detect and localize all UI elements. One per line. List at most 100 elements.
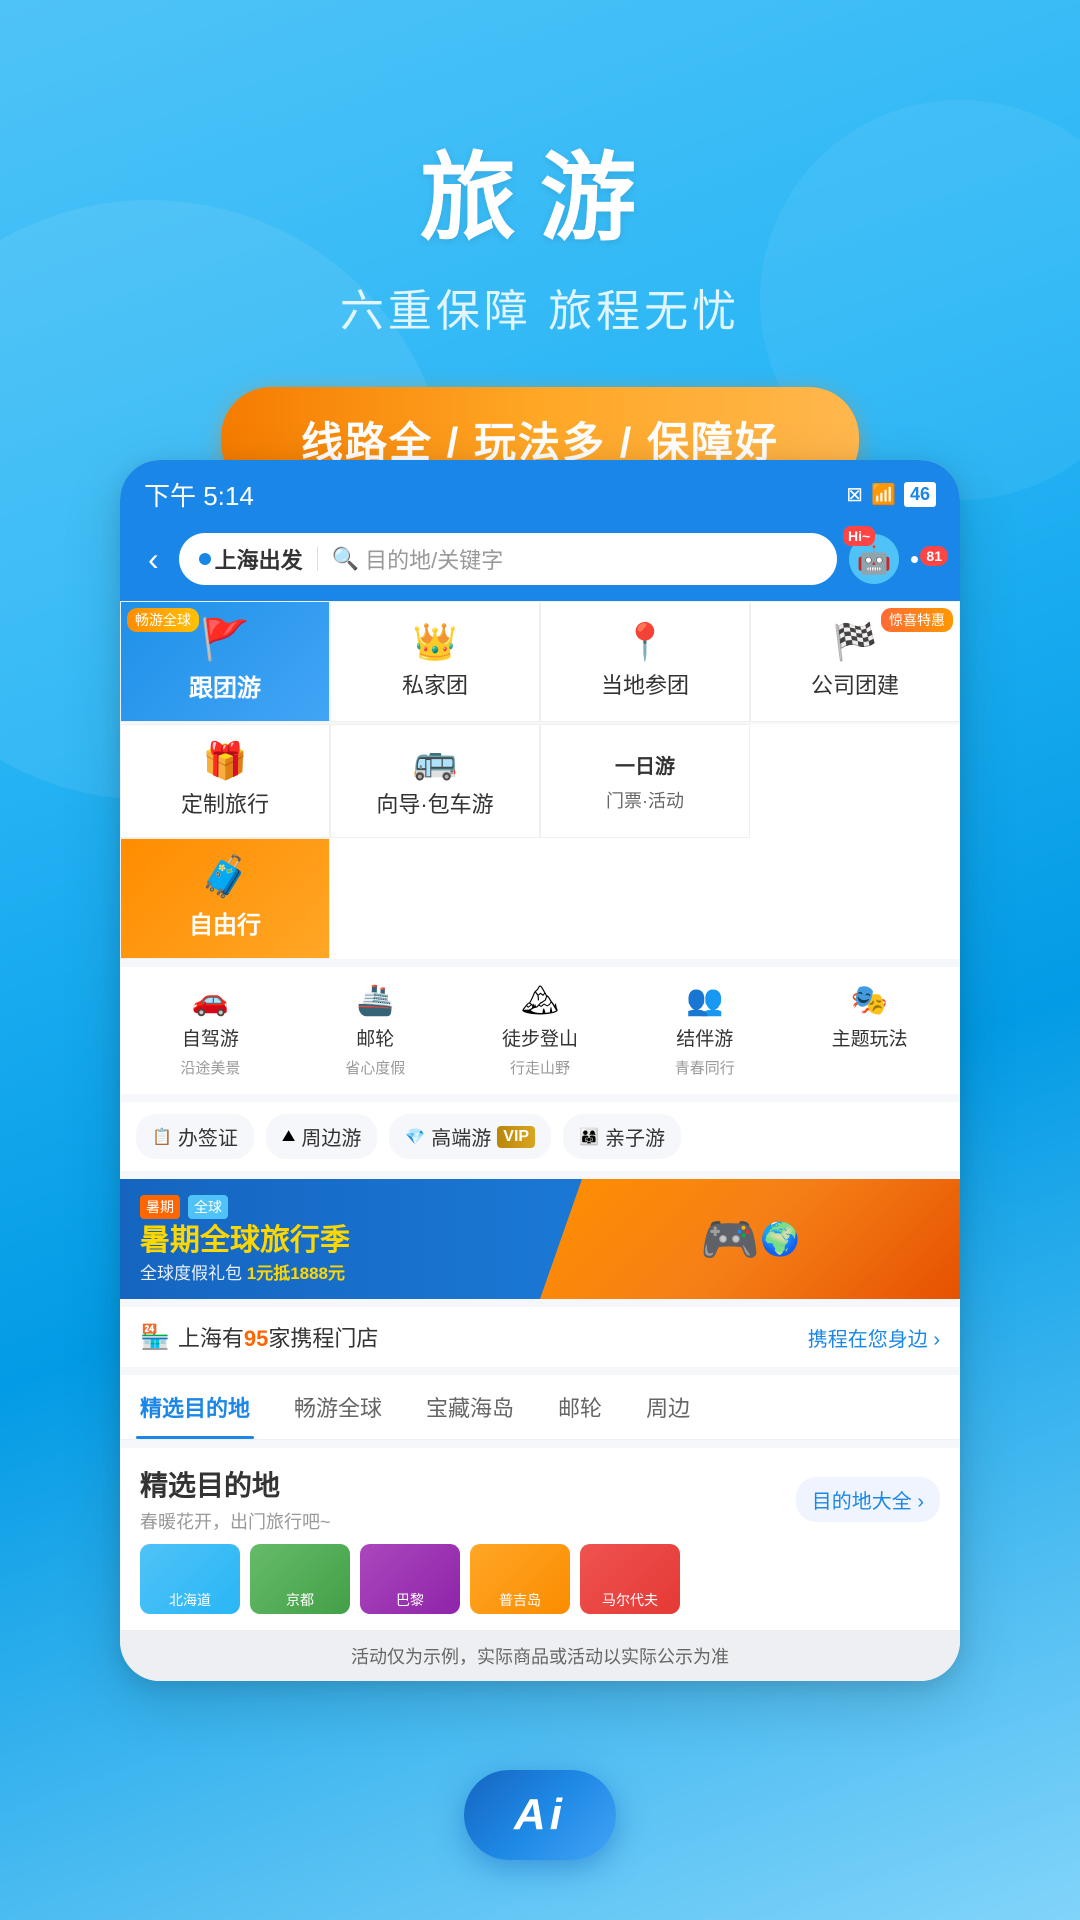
- origin-text: 上海出发: [215, 543, 303, 575]
- group-tour-label: 跟团游: [189, 668, 261, 703]
- service-nearby[interactable]: ⛰ 周边游: [266, 1114, 377, 1159]
- store-text: 上海有95家携程门店: [178, 1321, 379, 1353]
- self-drive-icon: 🚗: [192, 983, 229, 1018]
- tab-cruise[interactable]: 邮轮: [554, 1375, 606, 1439]
- back-button[interactable]: ‹: [140, 537, 167, 582]
- promo-top-tag: 暑期: [140, 1195, 180, 1219]
- local-tour-label: 当地参团: [601, 668, 689, 700]
- store-count: 95: [244, 1326, 268, 1351]
- app-content: 畅游全球 🚩 跟团游 👑 私家团 📍 当地参团 惊喜特惠 🏁 公司团建: [120, 601, 960, 1681]
- dest-thumb-3[interactable]: 巴黎: [360, 1544, 460, 1614]
- category-day-tour[interactable]: 一日游 门票·活动: [540, 724, 750, 838]
- cruise-sublabel: 省心度假: [345, 1057, 405, 1078]
- disclaimer-text: 活动仅为示例，实际商品或活动以实际公示为准: [120, 1630, 960, 1681]
- custom-travel-label: 定制旅行: [181, 787, 269, 819]
- family-icon: 👨‍👩‍👧: [579, 1127, 599, 1147]
- category-guide-tour[interactable]: 🚌 向导·包车游: [330, 724, 540, 838]
- ai-button-area: Ai: [464, 1770, 616, 1860]
- store-link-text: 携程在您身边 ›: [808, 1323, 940, 1352]
- promo-gift-text: 全球度假礼包: [140, 1264, 242, 1283]
- promo-decoration-text2: 🌍: [760, 1220, 800, 1258]
- category-private-tour[interactable]: 👑 私家团: [330, 601, 540, 722]
- page-subtitle: 六重保障 旅程无忧: [0, 275, 1080, 339]
- ai-button[interactable]: Ai: [464, 1770, 616, 1860]
- wifi-icon: 📶: [871, 482, 896, 507]
- nearby-icon: ⛰: [282, 1128, 295, 1146]
- luxury-label: 高端游: [431, 1122, 491, 1151]
- vip-badge: VIP: [497, 1126, 535, 1148]
- category-corp-tour[interactable]: 惊喜特惠 🏁 公司团建: [750, 601, 960, 722]
- free-travel-label: 自由行: [189, 905, 261, 940]
- promo-decoration: 🎮 🌍: [540, 1179, 960, 1299]
- search-divider: [317, 547, 318, 571]
- corp-tour-icon: 🏁: [833, 624, 878, 660]
- promo-top-tag2: 全球: [188, 1195, 228, 1219]
- category-free-travel[interactable]: 🧳 自由行: [120, 838, 330, 959]
- dest-thumb-5[interactable]: 马尔代夫: [580, 1544, 680, 1614]
- tab-nearby[interactable]: 周边: [642, 1375, 694, 1439]
- category-theme[interactable]: 🎭 主题玩法: [787, 979, 952, 1082]
- destination-thumbnails: 北海道 京都 巴黎 普吉岛 马尔代夫: [140, 1544, 940, 1614]
- tab-island[interactable]: 宝藏海岛: [422, 1375, 518, 1439]
- corp-tour-label: 公司团建: [811, 668, 899, 700]
- search-origin: 上海出发: [199, 543, 303, 575]
- companion-label: 结伴游: [676, 1024, 733, 1051]
- dest-thumb-placeholder-1: 北海道: [140, 1544, 240, 1614]
- store-left: 🏪 上海有95家携程门店: [140, 1321, 378, 1353]
- category-hiking[interactable]: 🏔 徒步登山 行走山野: [458, 979, 623, 1082]
- service-tags-row: 📋 办签证 ⛰ 周边游 💎 高端游 VIP 👨‍👩‍👧 亲子游: [120, 1102, 960, 1171]
- status-bar: 下午 5:14 ⊠ 📶 46: [120, 460, 960, 521]
- promo-image-banner[interactable]: 暑期 全球 暑期全球旅行季 全球度假礼包 1元抵1888元 🎮 🌍: [120, 1179, 960, 1299]
- category-group-tour[interactable]: 畅游全球 🚩 跟团游: [120, 601, 330, 722]
- nav-avatar[interactable]: 🤖 Hi~: [849, 534, 899, 584]
- notification-badge: 81: [920, 546, 948, 566]
- theme-label: 主题玩法: [832, 1024, 908, 1051]
- companion-icon: 👥: [686, 983, 723, 1018]
- category-custom-travel[interactable]: 🎁 定制旅行: [120, 724, 330, 838]
- destination-title-area: 精选目的地 春暖花开，出门旅行吧~: [140, 1464, 331, 1534]
- search-destination: 🔍 目的地/关键字: [332, 543, 504, 575]
- dest-thumb-2[interactable]: 京都: [250, 1544, 350, 1614]
- nearby-label: 周边游: [301, 1122, 361, 1151]
- promo-sub-text: 全球度假礼包 1元抵1888元: [140, 1259, 350, 1284]
- tab-global[interactable]: 畅游全球: [290, 1375, 386, 1439]
- page-title: 旅游: [0, 120, 1080, 259]
- service-family[interactable]: 👨‍👩‍👧 亲子游: [563, 1114, 681, 1159]
- private-tour-label: 私家团: [402, 668, 468, 700]
- guide-tour-label: 向导·包车游: [376, 787, 493, 819]
- dest-thumb-4[interactable]: 普吉岛: [470, 1544, 570, 1614]
- destination-more-button[interactable]: 目的地大全 ›: [796, 1477, 940, 1522]
- cat-badge-global: 畅游全球: [127, 608, 199, 632]
- custom-travel-icon: 🎁: [203, 743, 248, 779]
- category-companion[interactable]: 👥 结伴游 青春同行: [622, 979, 787, 1082]
- tab-selected-dest[interactable]: 精选目的地: [136, 1375, 254, 1439]
- visa-label: 办签证: [178, 1122, 238, 1151]
- day-tour-label2: 门票·活动: [606, 787, 684, 813]
- store-info: 🏪 上海有95家携程门店 携程在您身边 ›: [120, 1307, 960, 1367]
- service-luxury[interactable]: 💎 高端游 VIP: [389, 1114, 551, 1159]
- header-section: 旅游 六重保障 旅程无忧 线路全 / 玩法多 / 保障好: [0, 0, 1080, 492]
- promo-main-text: 暑期全球旅行季: [140, 1223, 350, 1259]
- dest-thumb-placeholder-4: 普吉岛: [470, 1544, 570, 1614]
- search-icon: 🔍: [332, 546, 359, 572]
- category-cruise[interactable]: 🚢 邮轮 省心度假: [293, 979, 458, 1082]
- nav-more-button[interactable]: 81: [911, 556, 940, 563]
- companion-sublabel: 青春同行: [675, 1057, 735, 1078]
- signal-icon: ⊠: [846, 482, 863, 507]
- category-self-drive[interactable]: 🚗 自驾游 沿途美景: [128, 979, 293, 1082]
- cruise-label: 邮轮: [356, 1024, 394, 1051]
- store-link[interactable]: 携程在您身边 ›: [808, 1323, 940, 1352]
- private-tour-icon: 👑: [413, 624, 458, 660]
- search-bar[interactable]: 上海出发 🔍 目的地/关键字: [179, 533, 837, 585]
- corp-tour-badge: 惊喜特惠: [881, 608, 953, 632]
- category-local-tour[interactable]: 📍 当地参团: [540, 601, 750, 722]
- free-travel-icon: 🧳: [200, 857, 250, 897]
- nav-bar: ‹ 上海出发 🔍 目的地/关键字 🤖 Hi~: [120, 521, 960, 601]
- guide-tour-icon: 🚌: [413, 743, 458, 779]
- destination-header: 精选目的地 春暖花开，出门旅行吧~ 目的地大全 ›: [140, 1464, 940, 1534]
- status-time: 下午 5:14: [144, 476, 254, 513]
- service-visa[interactable]: 📋 办签证: [136, 1114, 254, 1159]
- battery-icon: 46: [904, 482, 936, 507]
- store-icon: 🏪: [140, 1323, 170, 1352]
- dest-thumb-1[interactable]: 北海道: [140, 1544, 240, 1614]
